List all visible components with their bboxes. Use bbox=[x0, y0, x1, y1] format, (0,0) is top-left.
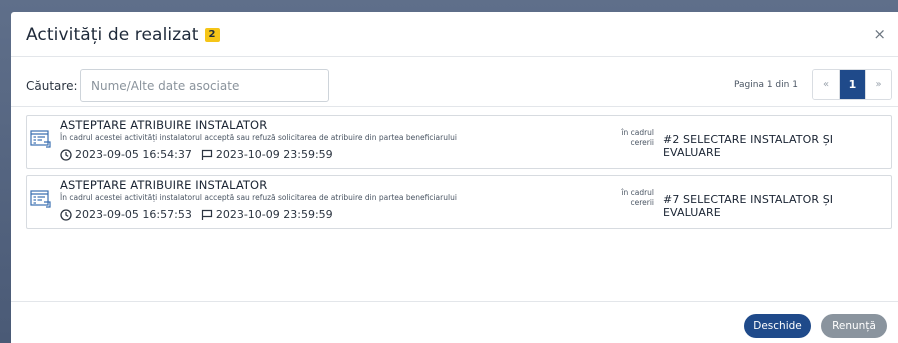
pagination-prev-button[interactable]: « bbox=[813, 70, 839, 99]
dialog-footer: Deschide Renunță bbox=[11, 301, 898, 343]
dialog-title-wrap: Activități de realizat 2 bbox=[26, 25, 220, 45]
task-list-icon bbox=[30, 130, 51, 148]
search-input[interactable] bbox=[80, 69, 329, 102]
search-bar: Căutare: Pagina 1 din 1 « 1 » bbox=[11, 57, 898, 107]
cancel-button[interactable]: Renunță bbox=[821, 314, 887, 338]
search-label: Căutare: bbox=[26, 79, 78, 93]
dialog-title: Activități de realizat bbox=[26, 25, 199, 45]
task-list-icon bbox=[30, 190, 51, 208]
task-deadline: 2023-10-09 23:59:59 bbox=[215, 208, 333, 221]
task-deadline: 2023-10-09 23:59:59 bbox=[215, 148, 333, 161]
flag-icon bbox=[201, 149, 212, 160]
task-dates: 2023-09-05 16:57:53 2023-10-09 23:59:59 bbox=[60, 208, 333, 221]
pagination-next-button[interactable]: » bbox=[865, 70, 891, 99]
pagination: « 1 » bbox=[812, 69, 892, 100]
open-button[interactable]: Deschide bbox=[744, 314, 811, 338]
pagination-text: Pagina 1 din 1 bbox=[734, 80, 798, 90]
close-icon[interactable]: × bbox=[873, 26, 886, 42]
pagination-page-button[interactable]: 1 bbox=[839, 70, 865, 99]
clock-icon bbox=[60, 148, 72, 161]
clock-icon bbox=[60, 208, 72, 221]
flag-icon bbox=[201, 209, 212, 220]
task-description: În cadrul acestei activități instalatoru… bbox=[60, 133, 457, 142]
dialog-header: Activități de realizat 2 × bbox=[11, 12, 898, 57]
task-item[interactable]: ASTEPTARE ATRIBUIRE INSTALATOR În cadrul… bbox=[26, 175, 892, 229]
context-line-1: în cadrul bbox=[621, 188, 654, 197]
task-request: #2 SELECTARE INSTALATOR ȘI EVALUARE bbox=[663, 133, 834, 159]
task-title: ASTEPTARE ATRIBUIRE INSTALATOR bbox=[60, 178, 268, 192]
task-dates: 2023-09-05 16:54:37 2023-10-09 23:59:59 bbox=[60, 148, 333, 161]
task-request: #7 SELECTARE INSTALATOR ȘI EVALUARE bbox=[663, 193, 834, 219]
context-line-1: în cadrul bbox=[621, 128, 654, 137]
task-context-label: în cadrul cererii bbox=[610, 128, 654, 148]
task-count-badge: 2 bbox=[204, 28, 220, 42]
context-line-2: cererii bbox=[630, 198, 654, 207]
context-line-2: cererii bbox=[630, 138, 654, 147]
task-list: ASTEPTARE ATRIBUIRE INSTALATOR În cadrul… bbox=[26, 115, 892, 235]
task-start-time: 2023-09-05 16:54:37 bbox=[75, 148, 192, 161]
task-context-label: în cadrul cererii bbox=[610, 188, 654, 208]
task-start-time: 2023-09-05 16:57:53 bbox=[75, 208, 192, 221]
task-item[interactable]: ASTEPTARE ATRIBUIRE INSTALATOR În cadrul… bbox=[26, 115, 892, 169]
tasks-dialog: Activități de realizat 2 × Căutare: Pagi… bbox=[11, 12, 898, 343]
task-title: ASTEPTARE ATRIBUIRE INSTALATOR bbox=[60, 118, 268, 132]
task-description: În cadrul acestei activități instalatoru… bbox=[60, 193, 457, 202]
